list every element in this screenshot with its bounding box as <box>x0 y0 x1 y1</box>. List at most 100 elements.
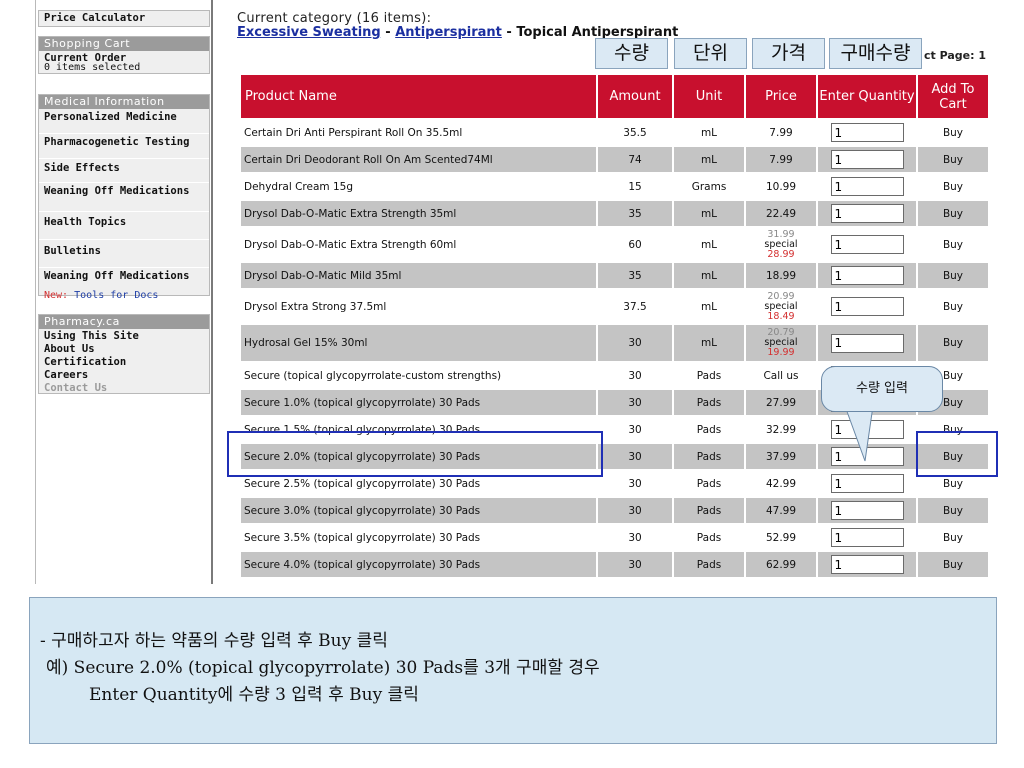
quantity-input[interactable] <box>830 177 904 196</box>
price-value: 47.99 <box>765 504 797 517</box>
amount-cell: 15 <box>628 180 642 193</box>
sidebar-item-health-topics[interactable]: Health Topics <box>39 217 209 239</box>
buy-cell: Buy <box>918 120 988 145</box>
buy-button[interactable]: Buy <box>943 127 963 139</box>
buy-button[interactable]: Buy <box>943 154 963 166</box>
sidebar-item-certification[interactable]: Certification <box>39 356 209 369</box>
sidebar-divider <box>39 158 209 159</box>
sidebar-divider <box>39 239 209 240</box>
price-cell: 7.99 <box>746 147 816 172</box>
original-price: 20.99 <box>767 290 795 302</box>
items-selected-text: 0 items selected <box>44 62 141 73</box>
buy-button[interactable]: Buy <box>943 559 963 571</box>
price-calculator-box: Price Calculator <box>38 10 210 27</box>
unit-cell: mL <box>674 325 744 361</box>
table-row: Secure 3.5% (topical glycopyrrolate) 30 … <box>241 525 988 550</box>
price-cell: 20.99 special 18.49 <box>746 290 816 323</box>
quantity-input[interactable] <box>830 333 904 353</box>
sidebar-item-careers[interactable]: Careers <box>39 369 209 382</box>
product-name-cell: Certain Dri Anti Perspirant Roll On 35.5… <box>244 126 463 139</box>
buy-cell: Buy <box>918 552 988 577</box>
quantity-input[interactable] <box>830 150 904 169</box>
table-row: Drysol Dab-O-Matic Mild 35ml35mL 18.99 Buy <box>241 263 988 288</box>
price-value: 27.99 <box>765 396 797 409</box>
medical-info-box: Medical Information Personalized Medicin… <box>38 94 210 301</box>
quantity-input[interactable] <box>830 235 904 254</box>
quantity-cell <box>818 290 916 323</box>
tools-for-docs-link[interactable]: Tools for Docs <box>74 290 158 301</box>
price-cell: 10.99 <box>746 174 816 199</box>
unit-cell: mL <box>674 201 744 226</box>
buy-button[interactable]: Buy <box>943 505 963 517</box>
unit-cell: mL <box>700 126 718 139</box>
buy-button[interactable]: Buy <box>943 532 963 544</box>
sidebar-item-contact-us[interactable]: Contact Us <box>39 382 209 395</box>
quantity-input[interactable] <box>830 266 904 285</box>
sidebar-item-weaning-off-medications-2[interactable]: Weaning Off Medications <box>39 271 209 291</box>
unit-cell: Pads <box>674 390 744 415</box>
unit-cell: mL <box>674 263 744 288</box>
buy-cell: Buy <box>918 228 988 261</box>
breadcrumb-antiperspirant[interactable]: Antiperspirant <box>395 25 502 40</box>
price-cell: 18.99 <box>746 263 816 288</box>
quantity-cell <box>818 228 916 261</box>
callout-pointer <box>844 405 874 462</box>
quantity-input[interactable] <box>830 501 904 520</box>
product-name-cell: Secure 3.5% (topical glycopyrrolate) 30 … <box>244 531 481 544</box>
price-cell: 20.79 special 19.99 <box>746 325 816 361</box>
product-table-wrapper: Product Name Amount Unit Price Enter Qua… <box>239 73 990 579</box>
product-name-cell: Secure 4.0% (topical glycopyrrolate) 30 … <box>241 552 596 577</box>
buy-cell: Buy <box>918 263 988 288</box>
callout-enter-quantity: 수량 입력 <box>821 366 943 412</box>
quantity-input[interactable] <box>830 297 904 316</box>
column-header-unit: Unit <box>674 75 744 118</box>
sidebar-item-weaning-off-medications[interactable]: Weaning Off Medications <box>39 186 209 211</box>
sidebar-item-side-effects[interactable]: Side Effects <box>39 163 209 182</box>
sidebar-divider <box>39 267 209 268</box>
unit-cell: mL <box>700 238 718 251</box>
pharmacy-heading: Pharmacy.ca <box>39 315 209 329</box>
quantity-input[interactable] <box>830 528 904 547</box>
quantity-cell <box>818 471 916 496</box>
new-label: New: <box>44 290 69 301</box>
current-category-label: Current category (16 items): <box>237 11 432 26</box>
sidebar-item-personalized-medicine[interactable]: Personalized Medicine <box>39 112 209 133</box>
buy-button[interactable]: Buy <box>943 239 963 251</box>
sidebar-item-about-us[interactable]: About Us <box>39 343 209 356</box>
buy-button[interactable]: Buy <box>943 478 963 490</box>
unit-cell: Pads <box>674 444 744 469</box>
price-value: 22.49 <box>765 207 797 220</box>
sidebar-item-pharmacogenetic-testing[interactable]: Pharmacogenetic Testing <box>39 137 209 158</box>
price-value: 37.99 <box>765 450 797 463</box>
sidebar-item-bulletins[interactable]: Bulletins <box>39 246 209 267</box>
buy-button[interactable]: Buy <box>943 208 963 220</box>
buy-cell: Buy <box>918 290 988 323</box>
buy-button[interactable]: Buy <box>943 181 963 193</box>
shopping-cart-heading: Shopping Cart <box>39 37 209 51</box>
unit-cell: Grams <box>691 180 727 193</box>
quantity-cell <box>818 525 916 550</box>
quantity-input[interactable] <box>830 204 904 223</box>
buy-button[interactable]: Buy <box>943 370 963 382</box>
quantity-cell <box>818 174 916 199</box>
buy-button[interactable]: Buy <box>943 301 963 313</box>
quantity-input[interactable] <box>830 474 904 493</box>
buy-button[interactable]: Buy <box>943 270 963 282</box>
quantity-input[interactable] <box>830 555 904 574</box>
breadcrumb-separator: - <box>501 25 517 40</box>
price-calculator-link[interactable]: Price Calculator <box>39 11 209 25</box>
shopping-cart-box: Shopping Cart Current Order 0 items sele… <box>38 36 210 74</box>
buy-button[interactable]: Buy <box>943 337 963 349</box>
price-value: Call us <box>763 369 799 382</box>
price-value: 32.99 <box>765 423 797 436</box>
breadcrumb-separator: - <box>380 25 396 40</box>
sidebar-item-using-this-site[interactable]: Using This Site <box>39 330 209 343</box>
unit-cell: Pads <box>696 477 722 490</box>
buy-button[interactable]: Buy <box>943 397 963 409</box>
special-price: 28.99 <box>767 248 795 260</box>
callout-buy-quantity-label: 구매수량 <box>829 38 922 69</box>
original-price: 31.99 <box>767 228 795 240</box>
quantity-input[interactable] <box>830 123 904 142</box>
breadcrumb-excessive-sweating[interactable]: Excessive Sweating <box>237 25 381 40</box>
quantity-cell <box>818 201 916 226</box>
